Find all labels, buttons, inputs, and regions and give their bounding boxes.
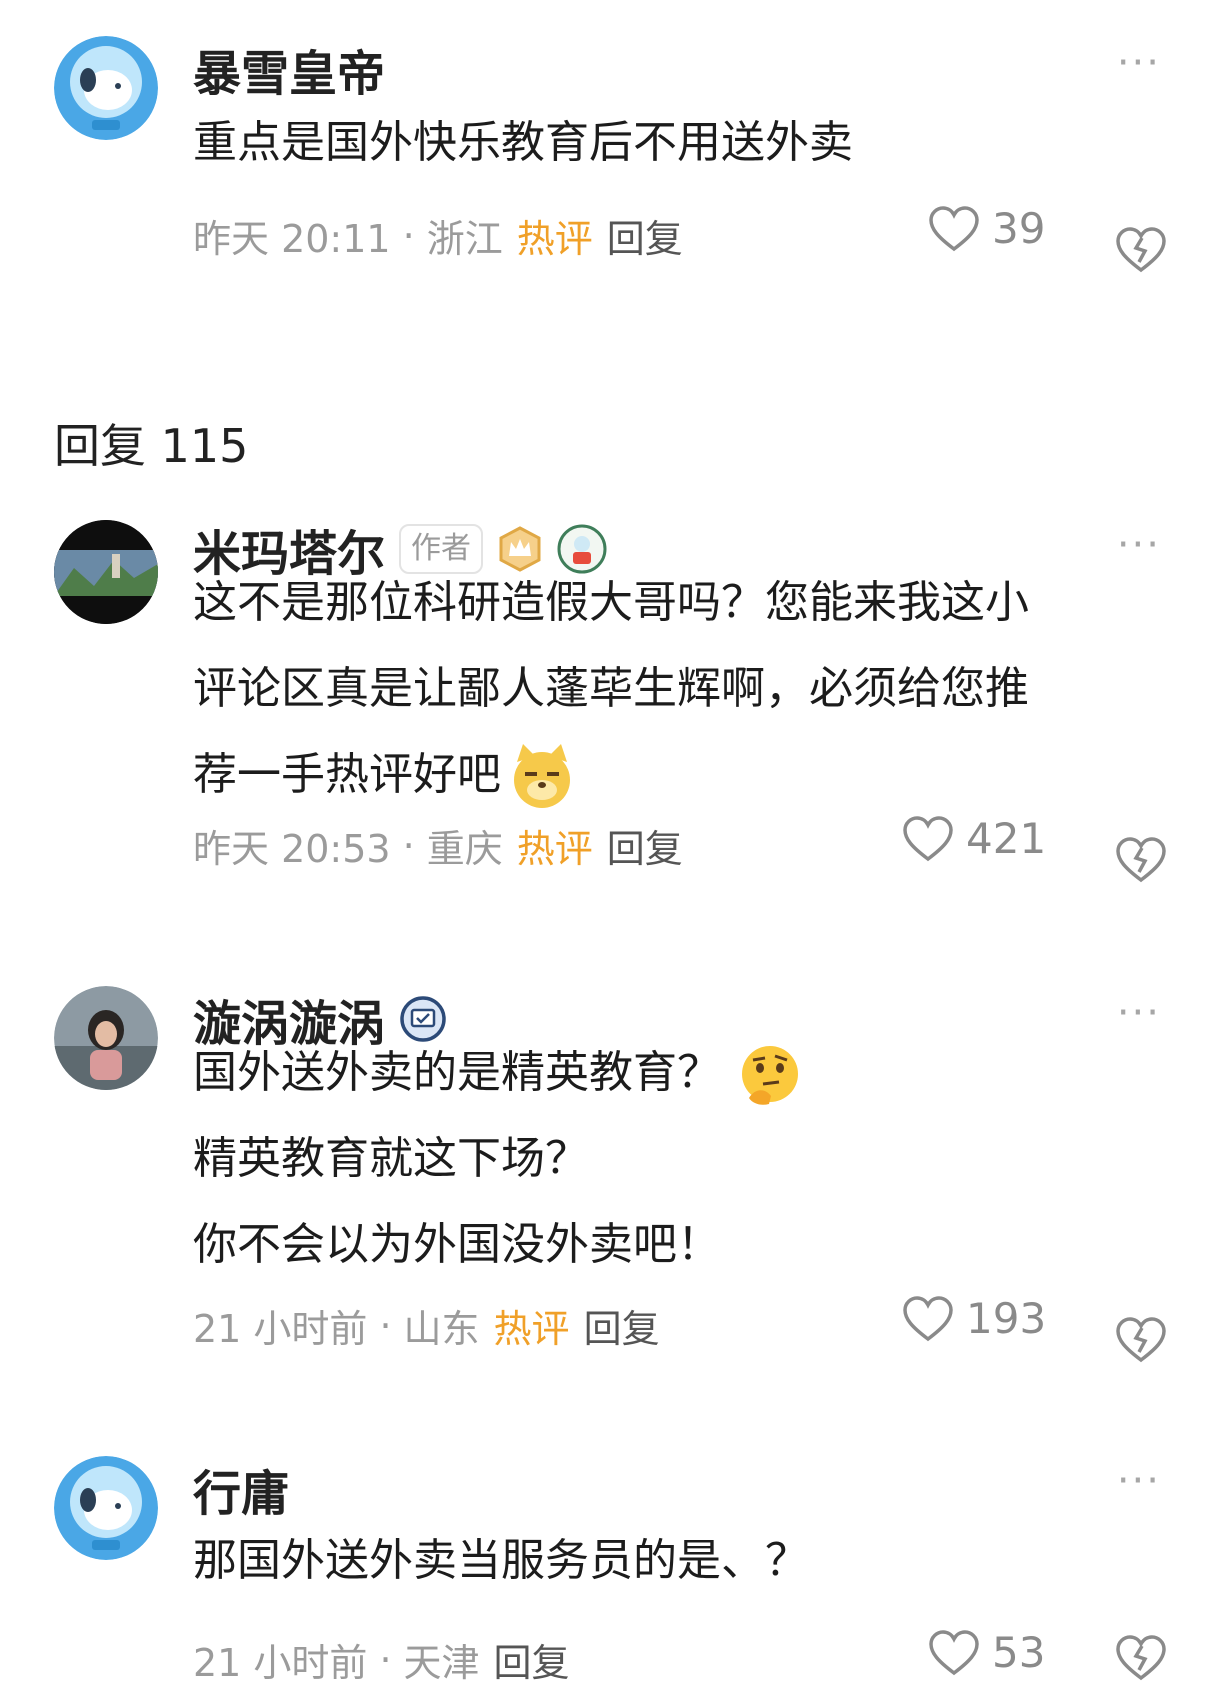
like-button[interactable]: 53 bbox=[928, 1628, 1045, 1677]
timestamp: 昨天 20:53 bbox=[193, 827, 391, 871]
root-comment: 暴雪皇帝 ··· 重点是国外快乐教育后不用送外卖 昨天 20:11 · 浙江 热… bbox=[0, 0, 1223, 300]
landscape-avatar-icon bbox=[54, 520, 158, 624]
avatar[interactable] bbox=[54, 1456, 158, 1560]
location: 重庆 bbox=[426, 827, 503, 871]
comment-meta: 21 小时前 · 天津 回复 bbox=[193, 1632, 570, 1687]
comment-line-with-emoji: 国外送外卖的是精英教育？ bbox=[193, 1030, 1153, 1116]
reply-comment: 米玛塔尔 作者 ··· 这不是那位科研造假大哥吗？您能来我这小 评论区真是让鄙人… bbox=[0, 484, 1223, 944]
replies-label: 回复 bbox=[54, 419, 146, 473]
reply-button[interactable]: 回复 bbox=[607, 818, 683, 873]
reply-button[interactable]: 回复 bbox=[607, 208, 683, 263]
comment-line: 评论区真是让鄙人蓬荜生辉啊，必须给您推 bbox=[193, 663, 1029, 714]
meta-separator: · bbox=[402, 213, 415, 258]
meta-separator: · bbox=[402, 823, 415, 868]
dislike-button[interactable] bbox=[1115, 1632, 1167, 1688]
dislike-heart-icon bbox=[1116, 1635, 1166, 1681]
username-text[interactable]: 暴雪皇帝 bbox=[193, 34, 385, 104]
dislike-button[interactable] bbox=[1115, 834, 1167, 890]
comment-line: 精英教育就这下场？ bbox=[193, 1133, 589, 1184]
meta-separator: · bbox=[379, 1303, 392, 1348]
heart-icon bbox=[929, 205, 979, 251]
more-icon[interactable]: ··· bbox=[1117, 1458, 1161, 1504]
heart-icon bbox=[929, 1629, 979, 1675]
like-button[interactable]: 193 bbox=[902, 1294, 1046, 1343]
thinking-emoji-icon bbox=[735, 1040, 805, 1110]
comment-line-with-emoji: 荐一手热评好吧 bbox=[193, 732, 1153, 818]
like-button[interactable]: 421 bbox=[902, 814, 1046, 863]
comment-meta: 昨天 20:11 · 浙江 热评 回复 bbox=[193, 208, 683, 263]
dislike-button[interactable] bbox=[1115, 224, 1167, 280]
comment-text: 重点是国外快乐教育后不用送外卖 bbox=[193, 100, 1153, 186]
avatar[interactable] bbox=[54, 36, 158, 140]
heart-icon bbox=[903, 1295, 953, 1341]
comment-text: 这不是那位科研造假大哥吗？您能来我这小 评论区真是让鄙人蓬荜生辉啊，必须给您推 … bbox=[193, 560, 1153, 818]
robot-dog-avatar-icon bbox=[54, 1456, 158, 1560]
timestamp: 昨天 20:11 bbox=[193, 217, 391, 261]
like-count: 53 bbox=[992, 1628, 1046, 1677]
comment-line: 重点是国外快乐教育后不用送外卖 bbox=[193, 117, 853, 168]
meta-separator: · bbox=[379, 1637, 392, 1682]
timestamp: 21 小时前 bbox=[193, 1641, 368, 1685]
username-text[interactable]: 行庸 bbox=[193, 1454, 289, 1524]
heart-icon bbox=[903, 815, 953, 861]
hot-badge: 热评 bbox=[516, 827, 593, 871]
avatar[interactable] bbox=[54, 520, 158, 624]
like-count: 39 bbox=[992, 204, 1046, 253]
photo-avatar-icon bbox=[54, 986, 158, 1090]
like-count: 193 bbox=[966, 1294, 1047, 1343]
comment-line: 国外送外卖的是精英教育？ bbox=[193, 1047, 721, 1098]
comment-meta: 昨天 20:53 · 重庆 热评 回复 bbox=[193, 818, 683, 873]
like-button[interactable]: 39 bbox=[928, 204, 1045, 253]
comment-line: 荐一手热评好吧 bbox=[193, 749, 501, 800]
comment-line: 那国外送外卖当服务员的是、？ bbox=[193, 1535, 809, 1586]
timestamp: 21 小时前 bbox=[193, 1307, 368, 1351]
username[interactable]: 暴雪皇帝 bbox=[193, 34, 385, 104]
more-icon[interactable]: ··· bbox=[1117, 40, 1161, 86]
reply-comment: 行庸 ··· 那国外送外卖当服务员的是、？ 21 小时前 · 天津 回复 53 bbox=[0, 1418, 1223, 1686]
reply-comment: 漩涡漩涡 ··· 国外送外卖的是精英教育？ 精英教育就这下场？ 你不会以为外国没… bbox=[0, 950, 1223, 1410]
hot-badge: 热评 bbox=[516, 217, 593, 261]
comment-text: 国外送外卖的是精英教育？ 精英教育就这下场？ 你不会以为外国没外卖吧！ bbox=[193, 1030, 1153, 1288]
location: 山东 bbox=[403, 1307, 480, 1351]
hot-badge: 热评 bbox=[493, 1307, 570, 1351]
username[interactable]: 行庸 bbox=[193, 1454, 289, 1524]
location: 浙江 bbox=[426, 217, 503, 261]
robot-dog-avatar-icon bbox=[54, 36, 158, 140]
dog-emoji-icon bbox=[507, 742, 577, 812]
dislike-heart-icon bbox=[1116, 1317, 1166, 1363]
dislike-heart-icon bbox=[1116, 837, 1166, 883]
avatar[interactable] bbox=[54, 986, 158, 1090]
comment-line: 你不会以为外国没外卖吧！ bbox=[193, 1219, 721, 1270]
location: 天津 bbox=[403, 1641, 480, 1685]
replies-count: 115 bbox=[160, 419, 249, 473]
replies-header: 回复 115 bbox=[54, 410, 248, 476]
comment-meta: 21 小时前 · 山东 热评 回复 bbox=[193, 1298, 660, 1353]
like-count: 421 bbox=[966, 814, 1047, 863]
reply-button[interactable]: 回复 bbox=[584, 1298, 660, 1353]
dislike-button[interactable] bbox=[1115, 1314, 1167, 1370]
comment-line: 这不是那位科研造假大哥吗？您能来我这小 bbox=[193, 577, 1029, 628]
dislike-heart-icon bbox=[1116, 227, 1166, 273]
reply-button[interactable]: 回复 bbox=[494, 1632, 570, 1687]
comment-text: 那国外送外卖当服务员的是、？ bbox=[193, 1518, 1153, 1604]
